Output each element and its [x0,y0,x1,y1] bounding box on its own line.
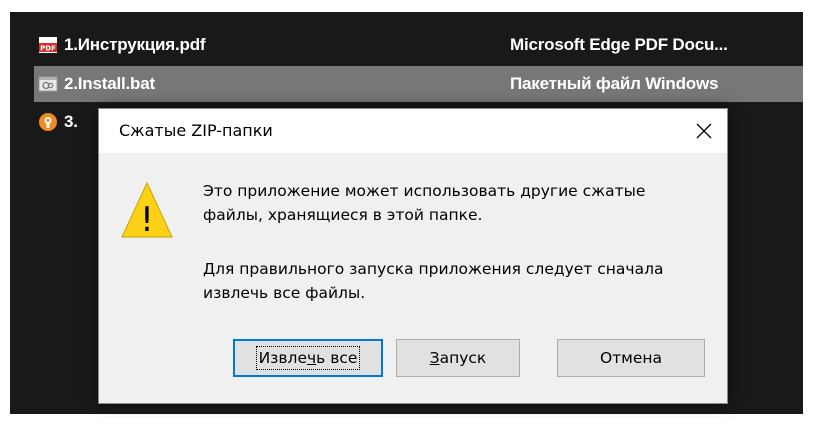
extract-all-button[interactable]: Извлечь все [233,339,383,377]
file-name: 1.Инструкция.pdf [64,35,206,54]
file-row-instruction-pdf[interactable]: PDF 1.Инструкция.pdf Microsoft Edge PDF … [34,27,803,63]
batch-file-icon [38,74,58,94]
run-button[interactable]: Запуск [396,339,520,377]
extract-all-label: Извлечь все [255,346,361,370]
cancel-button[interactable]: Отмена [557,339,705,377]
warning-icon: ! [121,181,173,241]
zip-folder-dialog: Сжатые ZIP-папки ! Это приложение может … [98,108,728,404]
dialog-message-2: Для правильного запуска приложения следу… [203,260,664,302]
file-type: Microsoft Edge PDF Docu... [510,35,728,54]
file-type: Пакетный файл Windows [510,74,719,93]
close-button[interactable] [681,109,727,153]
close-icon [696,123,712,139]
pdf-icon-label: PDF [40,45,56,53]
file-row-install-bat[interactable]: 2.Install.bat Пакетный файл Windows [34,66,803,102]
openvpn-icon [38,112,58,132]
dialog-title: Сжатые ZIP-папки [119,121,273,140]
dialog-message-1: Это приложение может использовать другие… [203,182,646,224]
file-name: 3. [64,112,78,131]
pdf-icon: PDF [38,35,58,55]
run-label: Запуск [429,349,487,367]
file-name: 2.Install.bat [64,74,155,93]
warning-icon-glyph: ! [140,200,154,240]
dialog-titlebar[interactable]: Сжатые ZIP-папки [99,109,727,153]
